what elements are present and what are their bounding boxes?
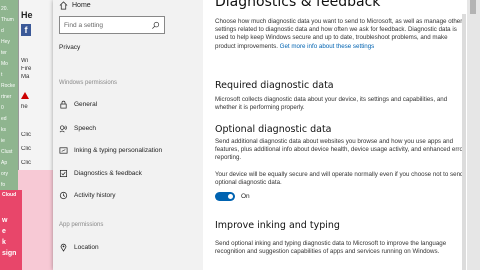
required-heading: Required diagnostic data: [215, 80, 334, 91]
doc-heading: He: [21, 10, 33, 20]
sidebar-item-label: Activity history: [74, 191, 116, 199]
sidebar-item-location[interactable]: Location: [59, 241, 99, 253]
doc-line[interactable]: Clic: [21, 146, 57, 152]
sidebar-item-activity-history[interactable]: Activity history: [59, 189, 116, 201]
activity-icon: [59, 191, 68, 199]
ad-text: sign: [2, 250, 17, 257]
background-cell: fo: [1, 182, 6, 188]
sidebar-item-label: Location: [74, 243, 99, 251]
sidebar-item-general[interactable]: General: [59, 98, 97, 110]
doc-line: Ma: [21, 74, 30, 80]
ad-text: w: [2, 217, 8, 224]
background-cell: t: [1, 72, 3, 78]
ad-text: k: [2, 239, 6, 246]
doc-line: he: [21, 104, 28, 110]
sidebar-item-diagnostics[interactable]: Diagnostics & feedback: [59, 167, 142, 179]
speech-icon: [59, 124, 67, 132]
ad-text: Cloud: [2, 192, 17, 198]
background-cell: Rocke: [1, 83, 16, 89]
sidebar-item-label: Speech: [74, 124, 97, 132]
nav-section-windows-permissions: Windows permissions: [59, 80, 118, 86]
scrollbar[interactable]: [467, 0, 480, 270]
optional-heading: Optional diagnostic data: [215, 124, 332, 135]
nav-section-app-permissions: App permissions: [59, 222, 104, 228]
background-cell: d: [1, 28, 4, 34]
sidebar-item-label: Diagnostics & feedback: [74, 169, 142, 177]
sidebar-item-speech[interactable]: Speech: [59, 122, 96, 134]
background-cell: Thum: [1, 17, 14, 23]
background-cell: 20.: [1, 6, 8, 12]
sidebar-item-inking-typing[interactable]: Inking & typing personalization: [59, 144, 162, 156]
settings-window: Home Find a setting Privacy Windows perm…: [53, 0, 467, 270]
background-cell: ed: [1, 116, 7, 122]
window-border: [462, 14, 466, 270]
nav-home[interactable]: Home: [59, 0, 91, 10]
inking-heading: Improve inking and typing: [215, 220, 340, 231]
sidebar-item-label: General: [74, 100, 98, 108]
doc-line[interactable]: Clic: [21, 160, 57, 166]
intro-text: Choose how much diagnostic data you want…: [215, 18, 465, 51]
inking-text: Send optional inking and typing diagnost…: [215, 240, 447, 256]
warning-icon: [21, 92, 29, 99]
background-cell: ie: [1, 138, 5, 144]
optional-toggle-row: On: [215, 192, 250, 201]
background-cell: ks: [1, 127, 6, 133]
facebook-icon: f: [21, 24, 31, 36]
location-icon: [60, 243, 67, 252]
background-cell: Mo: [1, 61, 8, 67]
required-text: Microsoft collects diagnostic data about…: [215, 96, 448, 112]
optional-note: Your device will be equally secure and w…: [215, 171, 464, 187]
toggle-state-label: On: [241, 193, 250, 200]
scrollbar-thumb[interactable]: [470, 0, 476, 14]
sidebar-item-label: Inking & typing personalization: [74, 146, 163, 154]
nav-section-privacy: Privacy: [59, 44, 81, 51]
toggle-knob: [228, 194, 233, 199]
background-cell: ter: [1, 50, 7, 56]
lock-icon: [60, 100, 67, 108]
settings-nav: Home Find a setting Privacy Windows perm…: [53, 0, 203, 270]
search-icon: [152, 21, 160, 29]
ad-banner: [18, 170, 58, 270]
nav-home-label: Home: [72, 1, 91, 9]
background-cell: Ap: [1, 160, 8, 166]
ad-text: e: [2, 228, 6, 235]
optional-text: Send additional diagnostic data about we…: [215, 138, 465, 162]
doc-line[interactable]: Clic: [21, 132, 57, 138]
background-cell: ory: [1, 171, 8, 177]
more-info-link[interactable]: Get more info about these settings: [280, 43, 375, 50]
background-cell: rtner: [1, 94, 12, 100]
doc-line: Fire: [21, 66, 32, 72]
home-icon: [59, 0, 68, 9]
optional-data-toggle[interactable]: [215, 192, 235, 201]
diagnostics-icon: [59, 169, 68, 177]
doc-line: Wi: [21, 58, 28, 64]
page-title: Diagnostics & feedback: [215, 0, 381, 10]
background-cell: Clust: [1, 149, 13, 155]
search-placeholder: Find a setting: [64, 21, 104, 29]
background-cell: 0: [1, 105, 4, 111]
ad-panel[interactable]: Cloud w e k sign: [0, 190, 22, 270]
settings-search-input[interactable]: Find a setting: [59, 16, 165, 34]
inking-icon: [59, 146, 68, 154]
background-cell: Hey: [1, 39, 10, 45]
settings-content: Diagnostics & feedback Choose how much d…: [203, 0, 467, 270]
